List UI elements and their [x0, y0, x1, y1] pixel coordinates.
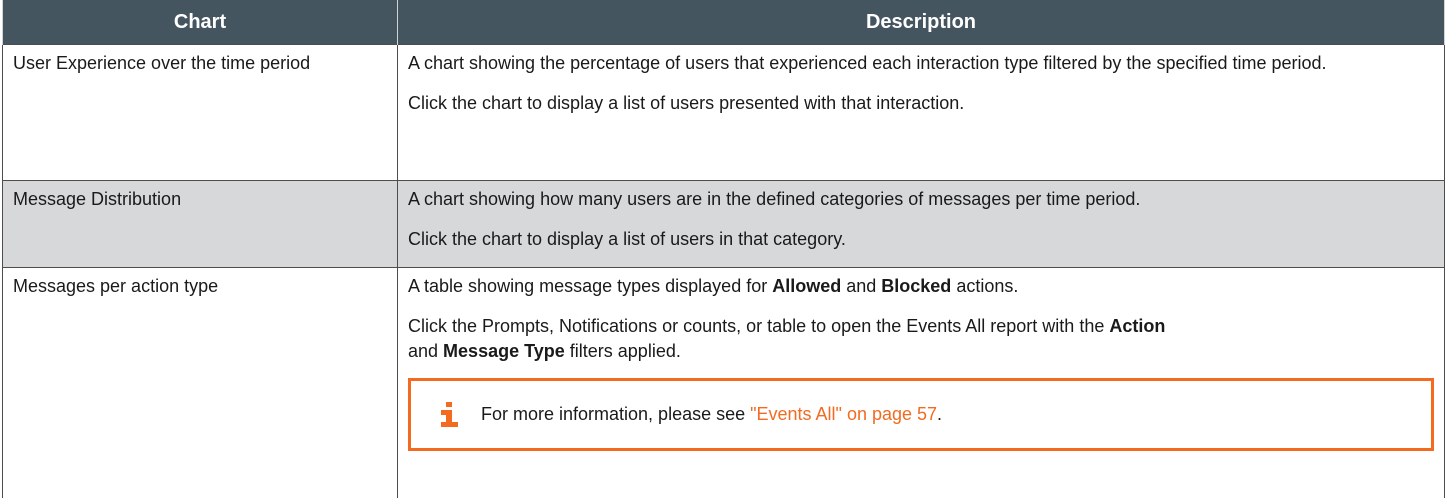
bold-term-message-type: Message Type	[443, 341, 565, 361]
chart-description-table: Chart Description User Experience over t…	[2, 0, 1445, 498]
text-run: and	[841, 276, 882, 296]
note-prefix: For more information, please see	[481, 404, 751, 424]
text-run: A table showing message types displayed …	[408, 276, 773, 296]
bold-term-allowed: Allowed	[772, 276, 842, 296]
text-run: actions.	[951, 276, 1019, 296]
note-text: For more information, please see "Events…	[481, 402, 942, 427]
events-all-link[interactable]: "Events All" on page 57	[750, 404, 937, 424]
description-cell: A table showing message types displayed …	[397, 267, 1445, 498]
table-row: Messages per action type A table showing…	[2, 267, 1445, 498]
text-run: filters applied.	[564, 341, 681, 361]
description-paragraph: Click the chart to display a list of use…	[408, 229, 846, 249]
chart-name-cell: Messages per action type	[2, 267, 398, 498]
column-header-chart: Chart	[2, 0, 398, 45]
table-row: Message Distribution A chart showing how…	[2, 180, 1445, 268]
description-paragraph: Click the chart to display a list of use…	[408, 93, 965, 113]
text-run: Click the Prompts, Notifications or coun…	[408, 316, 1110, 336]
column-header-description: Description	[397, 0, 1445, 45]
info-icon	[419, 401, 479, 428]
note-suffix: .	[937, 404, 943, 424]
description-paragraph: Click the Prompts, Notifications or coun…	[408, 316, 1166, 361]
chart-name-cell: Message Distribution	[2, 180, 398, 268]
info-note-box: For more information, please see "Events…	[408, 378, 1434, 451]
description-paragraph: A chart showing the percentage of users …	[408, 53, 1327, 73]
table-header-row: Chart Description	[2, 0, 1445, 45]
table-row: User Experience over the time period A c…	[2, 44, 1445, 181]
description-paragraph: A chart showing how many users are in th…	[408, 189, 1141, 209]
description-paragraph: A table showing message types displayed …	[408, 274, 1434, 299]
bold-term-action: Action	[1109, 316, 1166, 336]
bold-term-blocked: Blocked	[881, 276, 952, 296]
chart-name-cell: User Experience over the time period	[2, 44, 398, 181]
description-cell: A chart showing the percentage of users …	[397, 44, 1445, 181]
description-cell: A chart showing how many users are in th…	[397, 180, 1445, 268]
